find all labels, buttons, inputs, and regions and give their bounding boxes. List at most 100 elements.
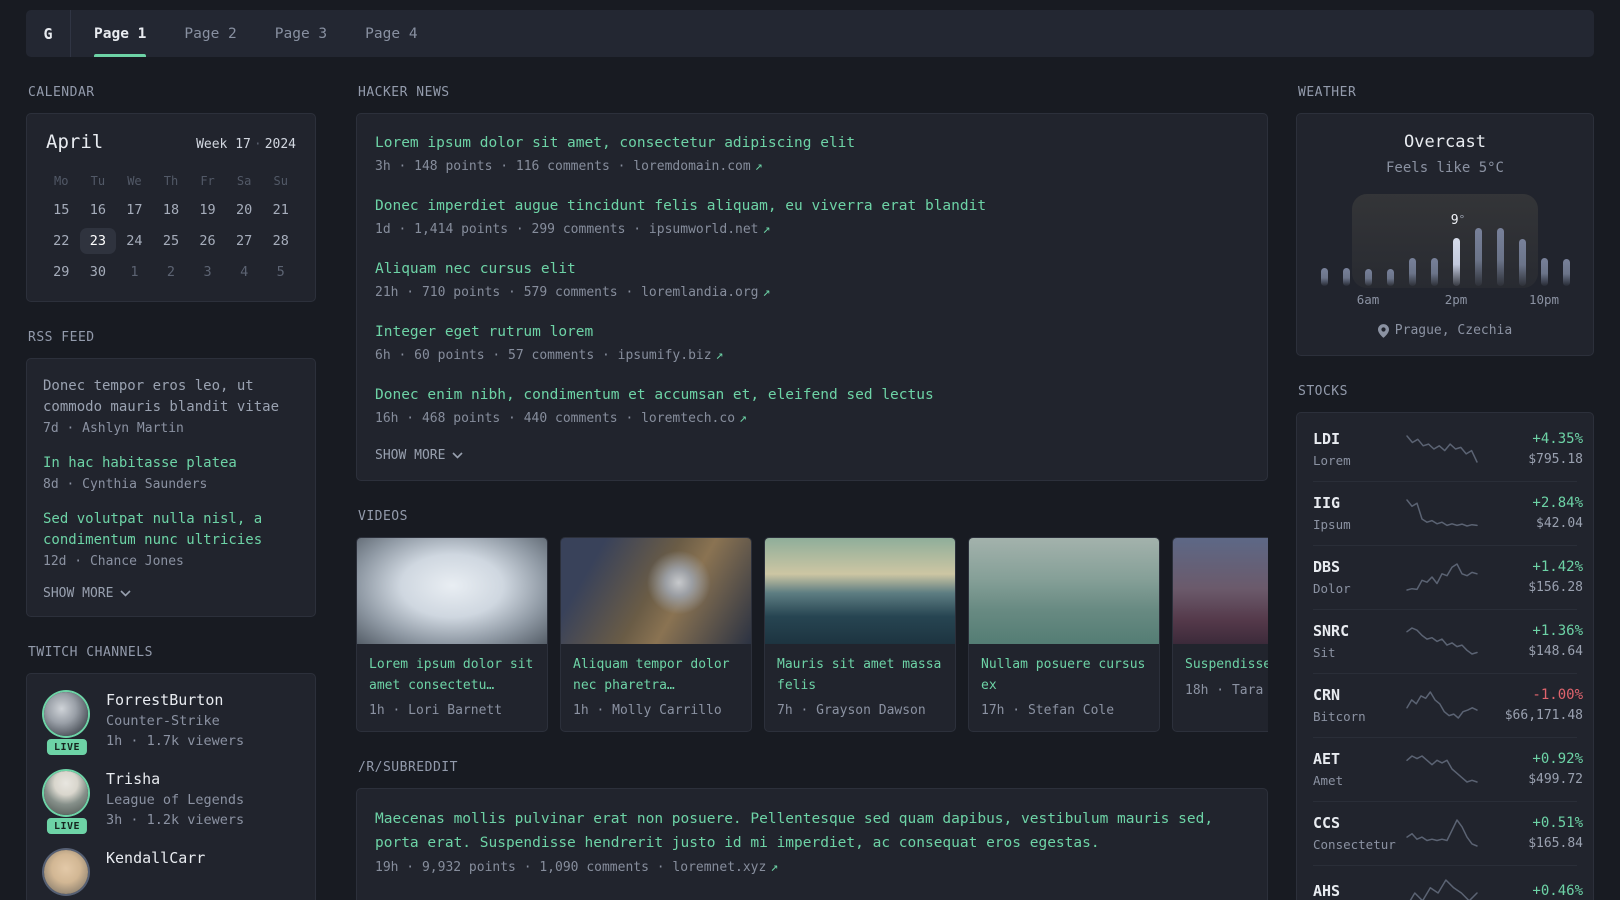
- page-tabs: Page 1 Page 2 Page 3 Page 4: [71, 10, 437, 57]
- subreddit-post-title[interactable]: Maecenas mollis pulvinar erat non posuer…: [375, 808, 1249, 855]
- stock-row[interactable]: AET Amet +0.92% $499.72: [1313, 737, 1583, 801]
- stock-symbol[interactable]: DBS: [1313, 558, 1405, 576]
- weather-time-label: 2pm: [1444, 292, 1468, 307]
- hn-item-title[interactable]: Donec enim nibh, condimentum et accumsan…: [375, 385, 1249, 406]
- stock-change: +2.84%: [1532, 495, 1583, 511]
- stock-name: Bitcorn: [1313, 709, 1366, 724]
- external-link-icon[interactable]: ↗: [755, 159, 763, 174]
- video-thumbnail[interactable]: [1173, 538, 1268, 645]
- tab-page-2[interactable]: Page 2: [165, 10, 255, 57]
- stock-price: $156.28: [1528, 580, 1583, 595]
- avatar[interactable]: [44, 850, 88, 894]
- calendar-day: 16: [89, 202, 106, 218]
- stock-symbol[interactable]: IIG: [1313, 494, 1405, 512]
- stock-symbol[interactable]: AHS: [1313, 882, 1405, 900]
- calendar-day-header: Su: [273, 174, 288, 188]
- twitch-channel[interactable]: LIVE Trisha League of Legends 3h · 1.2k …: [43, 770, 299, 834]
- right-column: WEATHER Overcast Feels like 5°C 9° 6am 2p…: [1296, 85, 1594, 900]
- hn-item-meta: 1d · 1,414 points · 299 comments · ipsum…: [375, 222, 771, 238]
- separator-dot: ·: [253, 137, 262, 152]
- stock-row[interactable]: LDI Lorem +4.35% $795.18: [1313, 418, 1583, 481]
- video-thumbnail[interactable]: [765, 538, 955, 645]
- rss-show-more-button[interactable]: SHOW MORE: [43, 586, 299, 601]
- channel-name[interactable]: ForrestBurton: [106, 691, 244, 709]
- video-title[interactable]: Lorem ipsum dolor sit amet consectetu…: [369, 655, 535, 696]
- hn-show-more-button[interactable]: SHOW MORE: [375, 448, 1249, 463]
- video-thumbnail[interactable]: [969, 538, 1159, 645]
- external-link-icon[interactable]: ↗: [763, 285, 771, 300]
- video-meta: 7h · Grayson Dawson: [777, 703, 926, 719]
- tab-page-4[interactable]: Page 4: [346, 10, 436, 57]
- stock-symbol[interactable]: LDI: [1313, 430, 1405, 448]
- stock-symbol[interactable]: SNRC: [1313, 622, 1405, 640]
- tab-page-3[interactable]: Page 3: [256, 10, 346, 57]
- stock-price: $42.04: [1536, 516, 1583, 531]
- channel-category[interactable]: League of Legends: [106, 792, 244, 808]
- external-link-icon[interactable]: ↗: [763, 222, 771, 237]
- rss-item-title[interactable]: Sed volutpat nulla nisl, a condimentum n…: [43, 509, 299, 551]
- rss-item-title[interactable]: In hac habitasse platea: [43, 453, 299, 474]
- external-link-icon[interactable]: ↗: [770, 860, 778, 875]
- channel-name[interactable]: KendallCarr: [106, 849, 205, 867]
- stock-row[interactable]: AHS +0.46%: [1313, 865, 1583, 900]
- rss-item: Sed volutpat nulla nisl, a condimentum n…: [43, 509, 299, 569]
- stock-symbol[interactable]: CCS: [1313, 814, 1405, 832]
- twitch-channel[interactable]: KendallCarr: [43, 849, 299, 895]
- calendar-day: 24: [126, 233, 143, 249]
- avatar[interactable]: [44, 771, 88, 815]
- subreddit-post-meta: 19h · 9,932 points · 1,090 comments · lo…: [375, 860, 779, 876]
- weather-bar: [1562, 259, 1570, 286]
- calendar-day: 30: [89, 264, 106, 280]
- subreddit-post: Maecenas mollis pulvinar erat non posuer…: [375, 808, 1249, 875]
- channel-name[interactable]: Trisha: [106, 770, 244, 788]
- app-logo[interactable]: G: [26, 10, 71, 57]
- video-title[interactable]: Nullam posuere cursus ex: [981, 655, 1147, 696]
- hn-item-title[interactable]: Integer eget rutrum lorem: [375, 322, 1249, 343]
- tab-page-1[interactable]: Page 1: [75, 10, 165, 57]
- video-card[interactable]: Suspendisse diam 18h · Tara: [1172, 537, 1268, 733]
- rss-item-title[interactable]: Donec tempor eros leo, ut commodo mauris…: [43, 376, 299, 418]
- hn-item-title[interactable]: Aliquam nec cursus elit: [375, 259, 1249, 280]
- external-link-icon[interactable]: ↗: [716, 348, 724, 363]
- channel-category[interactable]: Counter-Strike: [106, 713, 244, 729]
- video-thumbnail[interactable]: [357, 538, 547, 645]
- stock-name: Dolor: [1313, 581, 1351, 596]
- live-badge: LIVE: [46, 739, 88, 755]
- video-title[interactable]: Aliquam tempor dolor nec pharetra…: [573, 655, 739, 696]
- stock-row[interactable]: CRN Bitcorn -1.00% $66,171.48: [1313, 673, 1583, 737]
- stock-row[interactable]: IIG Ipsum +2.84% $42.04: [1313, 481, 1583, 545]
- avatar[interactable]: [44, 692, 88, 736]
- video-meta: 18h · Tara: [1185, 682, 1264, 698]
- calendar-grid: Mo Tu We Th Fr Sa Su 15 16 17 18 19 20 21 22 23 24 25 26 27…: [43, 170, 299, 285]
- video-card[interactable]: Nullam posuere cursus ex 17h · Stefan Co…: [968, 537, 1160, 733]
- stock-sparkline: [1406, 755, 1478, 783]
- weather-time-label: 6am: [1356, 292, 1380, 307]
- stock-change: +4.35%: [1532, 431, 1583, 447]
- twitch-section-title: TWITCH CHANNELS: [28, 645, 153, 660]
- stock-change: +0.51%: [1532, 815, 1583, 831]
- external-link-icon[interactable]: ↗: [739, 411, 747, 426]
- video-title[interactable]: Suspendisse diam: [1185, 655, 1268, 676]
- stock-sparkline: [1406, 627, 1478, 655]
- stock-row[interactable]: CCS Consectetur +0.51% $165.84: [1313, 801, 1583, 865]
- video-row: Lorem ipsum dolor sit amet consectetu… 1…: [356, 537, 1268, 733]
- stock-sparkline: [1406, 691, 1478, 719]
- video-card[interactable]: Mauris sit amet massa felis 7h · Grayson…: [764, 537, 956, 733]
- stock-symbol[interactable]: CRN: [1313, 686, 1405, 704]
- hn-item-title[interactable]: Lorem ipsum dolor sit amet, consectetur …: [375, 133, 1249, 154]
- stock-change: +1.42%: [1532, 559, 1583, 575]
- hn-item-title[interactable]: Donec imperdiet augue tincidunt felis al…: [375, 196, 1249, 217]
- video-title[interactable]: Mauris sit amet massa felis: [777, 655, 943, 696]
- weather-location: Prague, Czechia: [1313, 323, 1577, 338]
- video-card[interactable]: Lorem ipsum dolor sit amet consectetu… 1…: [356, 537, 548, 733]
- weather-widget: WEATHER Overcast Feels like 5°C 9° 6am 2p…: [1296, 85, 1594, 356]
- weather-bar: [1342, 268, 1350, 286]
- rss-section-title: RSS FEED: [28, 330, 95, 345]
- video-thumbnail[interactable]: [561, 538, 751, 645]
- stock-symbol[interactable]: AET: [1313, 750, 1405, 768]
- stock-row[interactable]: DBS Dolor +1.42% $156.28: [1313, 545, 1583, 609]
- stock-change: -1.00%: [1532, 687, 1583, 703]
- twitch-channel[interactable]: LIVE ForrestBurton Counter-Strike 1h · 1…: [43, 691, 299, 755]
- stock-row[interactable]: SNRC Sit +1.36% $148.64: [1313, 609, 1583, 673]
- video-card[interactable]: Aliquam tempor dolor nec pharetra… 1h · …: [560, 537, 752, 733]
